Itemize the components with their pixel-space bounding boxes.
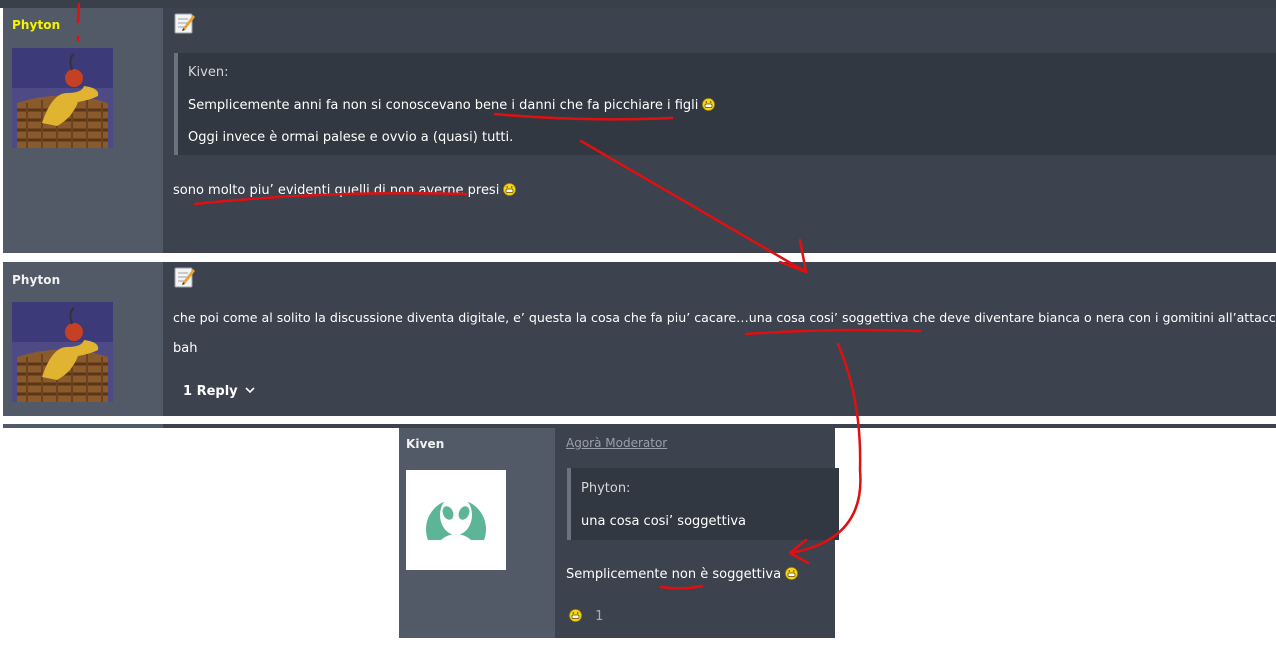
post-1-quote-line-1: Semplicemente anni fa non si conoscevano… [188, 98, 716, 113]
alien-avatar-icon [426, 495, 486, 540]
post-2-text-line-1: che poi come al solito la discussione di… [173, 310, 1276, 325]
top-strip [0, 0, 1276, 8]
post-2-text-line-2: bah [173, 341, 198, 356]
grinning-emoji-icon [503, 183, 517, 196]
reply-quote [567, 468, 839, 540]
reaction-button[interactable]: 1 [569, 605, 603, 624]
post-1-text: sono molto piu’ evidenti quelli di non a… [173, 183, 517, 198]
reaction-count: 1 [595, 609, 604, 624]
replies-toggle-button[interactable]: 1 Reply [183, 383, 255, 399]
grinning-emoji-icon [785, 567, 798, 580]
post-1-quote-line-2: Oggi invece è ormai palese e ovvio a (qu… [188, 130, 514, 145]
grinning-emoji-icon [569, 607, 582, 622]
moderator-role-link[interactable]: Agorà Moderator [566, 436, 667, 450]
grinning-emoji-icon [702, 98, 716, 111]
post-1-avatar[interactable] [12, 48, 113, 148]
edit-note-icon[interactable] [174, 266, 196, 288]
reply-quote-text: una cosa cosi’ soggettiva [581, 514, 746, 529]
reply-quote-author: Phyton: [581, 481, 631, 496]
post-1-quote-author: Kiven: [188, 65, 229, 80]
chevron-down-icon [245, 383, 255, 398]
post-2-username[interactable]: Phyton [12, 273, 60, 287]
post-2-avatar[interactable] [12, 302, 113, 402]
reply-username[interactable]: Kiven [406, 437, 444, 451]
reply-avatar[interactable] [406, 470, 506, 570]
edit-note-icon[interactable] [174, 12, 196, 34]
replies-toggle-label: 1 Reply [183, 384, 238, 399]
post-1-username[interactable]: Phyton [12, 18, 60, 32]
reply-text: Semplicemente non è soggettiva [566, 567, 798, 582]
post-2-body [163, 262, 1276, 416]
next-post-sidebar-edge [3, 424, 163, 428]
